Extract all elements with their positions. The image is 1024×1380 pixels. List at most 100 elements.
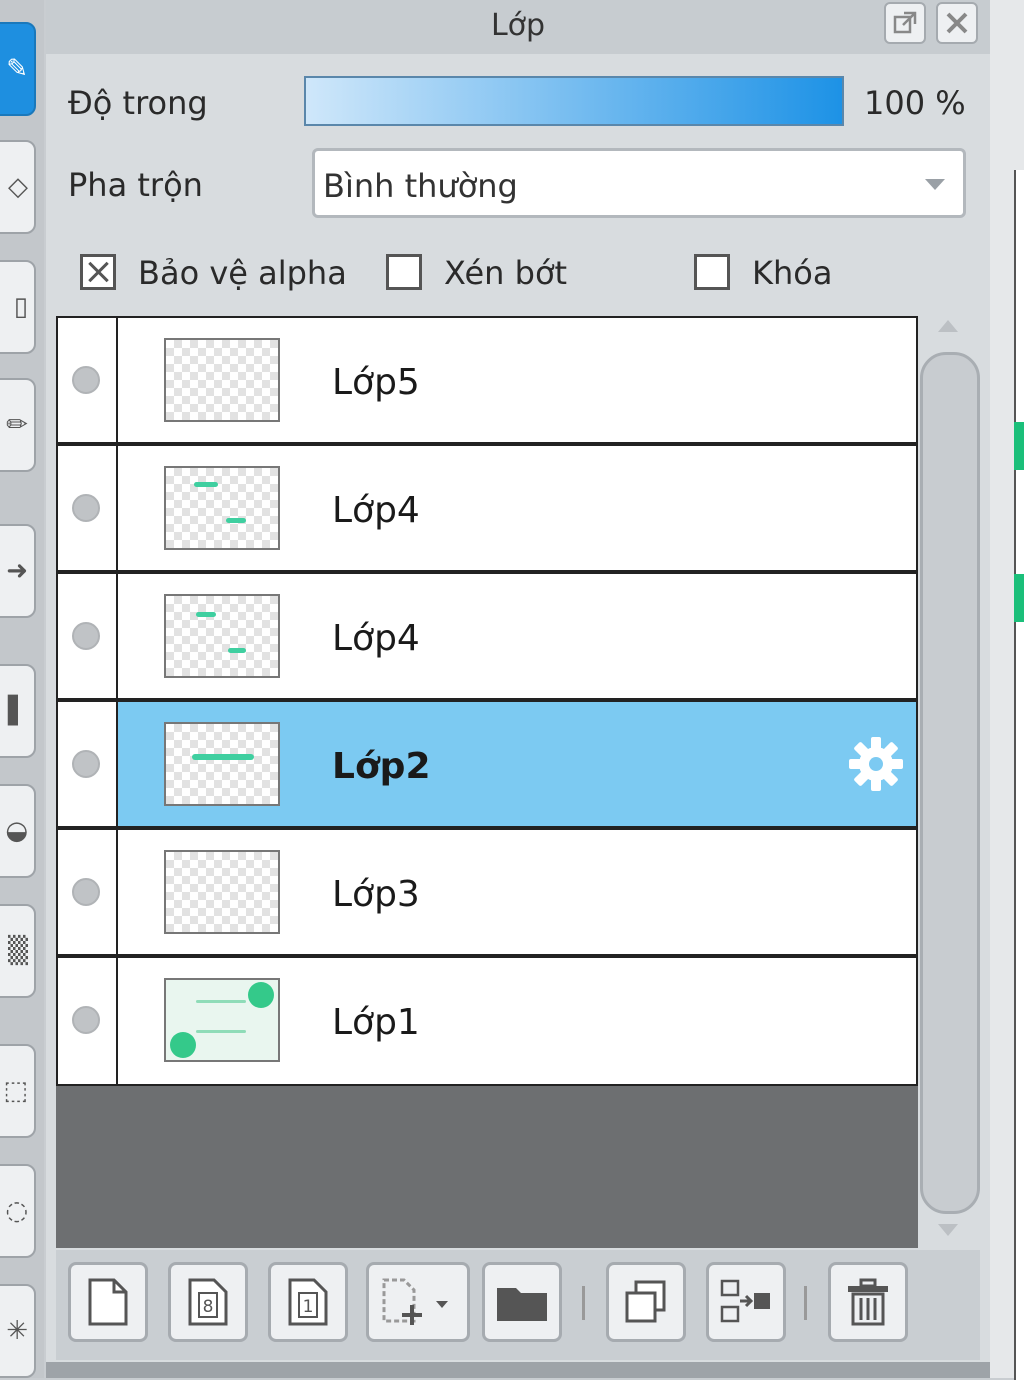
page-8-label: 8 (203, 1297, 214, 1317)
toolbar-separator (804, 1286, 807, 1320)
layer-row-selected[interactable]: Lớp2 (56, 700, 918, 828)
pencil-tool-button[interactable]: ✏ (0, 378, 36, 472)
visibility-dot-icon (72, 366, 100, 394)
duplicate-icon (625, 1280, 666, 1323)
magic-wand-tool-button[interactable]: ✳ (0, 1284, 36, 1378)
opacity-slider[interactable] (304, 76, 844, 126)
layer-list: Lớp5 Lớp4 Lớp4 Lớp2 Lớp3 Lớp1 (56, 316, 918, 1248)
panel-titlebar: Lớp (46, 0, 990, 54)
opacity-value: 100 % (864, 84, 966, 122)
visibility-dot-icon (72, 1006, 100, 1034)
visibility-dot-icon (72, 750, 100, 778)
visibility-cell[interactable] (58, 702, 118, 826)
page-1-label: 1 (303, 1297, 314, 1317)
visibility-cell[interactable] (58, 446, 118, 570)
block-icon: ▌ (8, 696, 28, 726)
visibility-dot-icon (72, 878, 100, 906)
canvas-background (990, 0, 1024, 1380)
alpha-protect-checkbox[interactable] (80, 254, 116, 290)
duplicate-layer-button[interactable] (606, 1262, 686, 1342)
layer-thumbnail (164, 338, 280, 422)
layer-row[interactable]: Lớp1 (56, 956, 918, 1086)
merge-layer-button[interactable] (706, 1262, 786, 1342)
sparkle-icon: ✳ (6, 1316, 28, 1346)
visibility-cell[interactable] (58, 574, 118, 698)
close-button[interactable] (936, 2, 978, 44)
bucket-icon: ◒ (5, 816, 28, 846)
layer-name: Lớp4 (332, 618, 420, 659)
opacity-label: Độ trong (68, 84, 208, 122)
tool-strip: ✎ ◇ ▯ ✏ ➜ ▌ ◒ ▒ ⬚ ◌ ✳ (0, 0, 44, 1378)
close-icon (946, 12, 968, 34)
pen-tool-button[interactable]: ✎ (0, 22, 36, 116)
blend-mode-value: Bình thường (323, 167, 518, 205)
visibility-dot-icon (72, 494, 100, 522)
dotted-rect-icon: ⬚ (3, 1076, 28, 1106)
move-tool-button[interactable]: ◇ (0, 140, 36, 234)
toolbar-separator (582, 1286, 585, 1320)
layer-row[interactable]: Lớp3 (56, 828, 918, 956)
pen-icon: ✎ (6, 54, 28, 84)
visibility-cell[interactable] (58, 318, 118, 442)
new-folder-button[interactable] (482, 1262, 562, 1342)
visibility-cell[interactable] (58, 958, 118, 1084)
alpha-protect-label: Bảo vệ alpha (138, 254, 347, 292)
external-link-icon (893, 11, 917, 34)
merge-icon (720, 1279, 770, 1323)
visibility-cell[interactable] (58, 830, 118, 954)
folder-icon (497, 1288, 547, 1321)
bucket-tool-button[interactable]: ◒ (0, 784, 36, 878)
undock-button[interactable] (884, 2, 926, 44)
layer-toolbar: 8 1 (56, 1250, 980, 1360)
dotted-circle-icon: ◌ (5, 1196, 28, 1226)
square-icon: ▯ (13, 292, 28, 322)
diamond-icon: ◇ (8, 172, 28, 202)
add-layer-dropdown-button[interactable] (366, 1262, 470, 1342)
layer-panel: Lớp Độ trong 100 % Pha trộn Bình thường … (46, 0, 990, 1378)
select-rect-tool-button[interactable]: ⬚ (0, 1044, 36, 1138)
visibility-dot-icon (72, 622, 100, 650)
lasso-tool-button[interactable]: ◌ (0, 1164, 36, 1258)
arrow-icon: ➜ (6, 556, 28, 586)
arrow-tool-button[interactable]: ➜ (0, 524, 36, 618)
canvas-edge (1014, 170, 1024, 1380)
page-8-icon: 8 (188, 1278, 228, 1326)
layer-thumbnail (164, 466, 280, 550)
layer-list-scrollbar[interactable] (920, 352, 980, 1214)
layer-row[interactable]: Lớp4 (56, 572, 918, 700)
fill-tool-button[interactable]: ▌ (0, 664, 36, 758)
chevron-down-icon (925, 179, 945, 190)
panel-bottom-edge (46, 1362, 990, 1378)
new-page-icon (88, 1278, 128, 1326)
scroll-down-arrow-icon[interactable] (938, 1224, 958, 1236)
page-1-icon: 1 (288, 1278, 328, 1326)
blend-label: Pha trộn (68, 166, 203, 204)
clipping-checkbox[interactable] (386, 254, 422, 290)
layer-thumbnail (164, 594, 280, 678)
layer-name: Lớp2 (332, 746, 431, 787)
lock-checkbox[interactable] (694, 254, 730, 290)
layer-row[interactable]: Lớp4 (56, 444, 918, 572)
panel-title: Lớp (490, 8, 546, 43)
trash-icon (848, 1278, 888, 1326)
rect-tool-button[interactable]: ▯ (0, 260, 36, 354)
scroll-up-arrow-icon[interactable] (938, 320, 958, 332)
pencil-icon: ✏ (6, 410, 28, 440)
canvas-green-mark (1014, 422, 1024, 470)
page-add-icon (382, 1278, 448, 1325)
layer-name: Lớp5 (332, 362, 420, 403)
new-1bit-layer-button[interactable]: 1 (268, 1262, 348, 1342)
delete-layer-button[interactable] (828, 1262, 908, 1342)
new-8bit-layer-button[interactable]: 8 (168, 1262, 248, 1342)
blend-mode-select[interactable]: Bình thường (312, 148, 966, 218)
layer-name: Lớp1 (332, 1002, 420, 1043)
new-layer-button[interactable] (68, 1262, 148, 1342)
layer-name: Lớp4 (332, 490, 420, 531)
layer-thumbnail (164, 722, 280, 806)
layer-thumbnail (164, 850, 280, 934)
gear-icon[interactable] (846, 734, 906, 794)
clipping-label: Xén bớt (444, 254, 568, 292)
layer-row[interactable]: Lớp5 (56, 316, 918, 444)
gradient-tool-button[interactable]: ▒ (0, 904, 36, 998)
layer-thumbnail (164, 978, 280, 1062)
